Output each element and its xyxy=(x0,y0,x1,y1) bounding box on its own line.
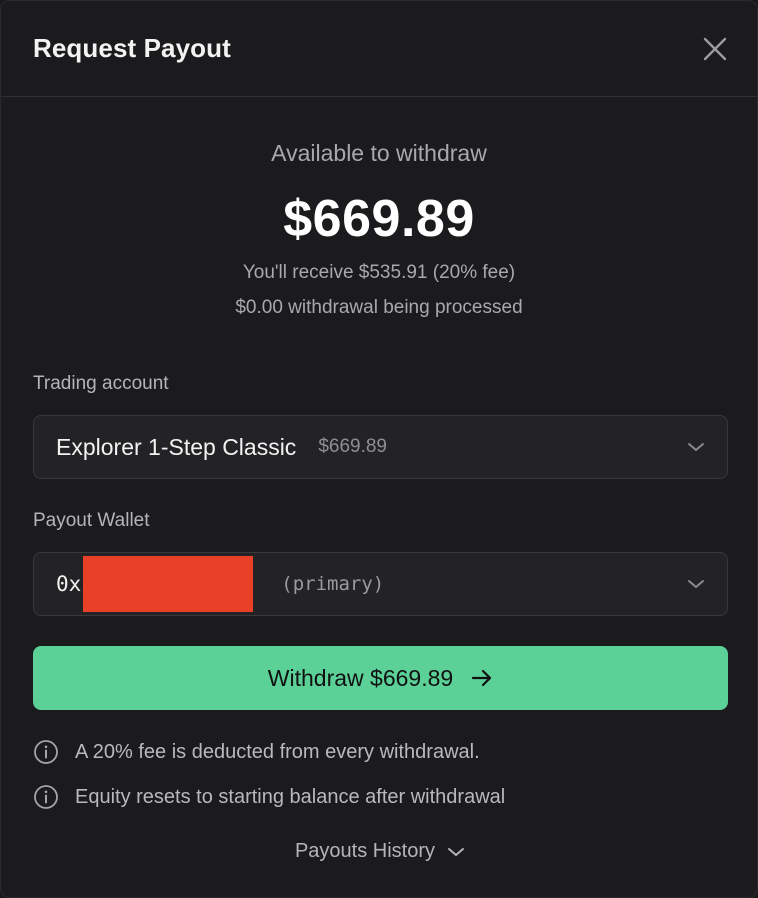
wallet-address-redaction xyxy=(83,556,254,612)
modal-header: Request Payout xyxy=(1,1,757,97)
trading-account-select[interactable]: Explorer 1-Step Classic $669.89 xyxy=(33,415,728,479)
trading-account-balance: $669.89 xyxy=(318,436,387,457)
info-icon xyxy=(33,784,59,810)
close-icon xyxy=(703,37,727,60)
arrow-right-icon xyxy=(471,669,493,687)
equity-note: Equity resets to starting balance after … xyxy=(33,784,505,810)
payout-wallet-select[interactable]: 0x (primary) xyxy=(33,552,728,616)
trading-account-label: Trading account xyxy=(33,373,169,394)
balance-summary: Available to withdraw $669.89 You'll rec… xyxy=(1,97,757,322)
modal-title: Request Payout xyxy=(33,33,231,63)
payouts-history-label: Payouts History xyxy=(294,840,436,862)
available-amount: $669.89 xyxy=(283,190,475,248)
payouts-history-toggle[interactable]: Payouts History xyxy=(1,840,758,863)
available-label: Available to withdraw xyxy=(271,140,487,166)
trading-account-name: Explorer 1-Step Classic xyxy=(56,433,297,460)
info-icon xyxy=(33,739,59,765)
equity-note-text: Equity resets to starting balance after … xyxy=(75,785,506,808)
chevron-down-icon xyxy=(687,578,705,590)
fee-note-text: A 20% fee is deducted from every withdra… xyxy=(75,740,480,763)
wallet-address-prefix: 0x xyxy=(56,572,82,596)
chevron-down-icon xyxy=(447,846,465,858)
close-button[interactable] xyxy=(699,33,731,65)
chevron-down-icon xyxy=(687,441,705,453)
payout-wallet-label: Payout Wallet xyxy=(33,510,150,531)
withdraw-button-label: Withdraw $669.89 xyxy=(267,664,454,691)
withdraw-button[interactable]: Withdraw $669.89 xyxy=(33,646,728,710)
receive-text: You'll receive $535.91 (20% fee) xyxy=(242,262,516,283)
fee-note: A 20% fee is deducted from every withdra… xyxy=(33,739,480,765)
processing-text: $0.00 withdrawal being processed xyxy=(235,297,523,318)
payout-modal: Request Payout Available to withdraw $66… xyxy=(0,0,758,898)
wallet-primary-tag: (primary) xyxy=(281,573,385,595)
